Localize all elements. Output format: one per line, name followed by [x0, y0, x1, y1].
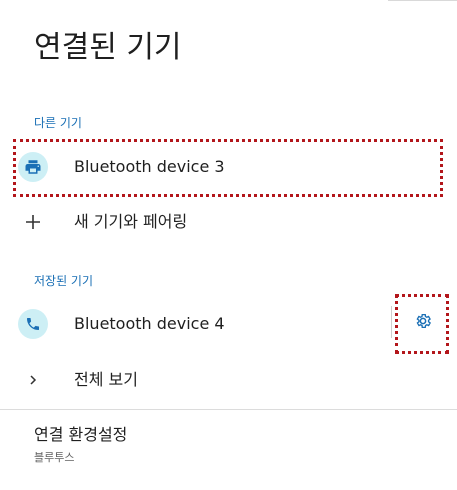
highlight-annotation-gear [395, 294, 449, 354]
connection-preferences-title[interactable]: 연결 환경설정 [34, 425, 127, 445]
connected-devices-screen: 연결된 기기 다른 기기 Bluetooth device 3 새 기기와 페어… [0, 0, 457, 490]
section-header-saved-devices: 저장된 기기 [34, 274, 94, 288]
see-all-label: 전체 보기 [74, 370, 138, 389]
phone-icon [18, 309, 48, 339]
row-divider [391, 306, 392, 338]
top-divider [388, 0, 457, 1]
section-header-other-devices: 다른 기기 [34, 116, 82, 130]
chevron-right-icon [18, 365, 48, 395]
connection-preferences-subtitle: 블루투스 [34, 451, 75, 464]
plus-icon [18, 207, 48, 237]
page-title: 연결된 기기 [34, 30, 182, 65]
pair-new-device-button[interactable]: 새 기기와 페어링 [18, 200, 443, 244]
device-row-bluetooth-device-4[interactable]: Bluetooth device 4 [18, 302, 388, 346]
section-divider [0, 409, 457, 410]
device-name: Bluetooth device 4 [74, 314, 225, 333]
highlight-annotation-device-3 [13, 139, 443, 197]
pair-new-device-label: 새 기기와 페어링 [74, 212, 188, 231]
see-all-button[interactable]: 전체 보기 [18, 358, 443, 402]
